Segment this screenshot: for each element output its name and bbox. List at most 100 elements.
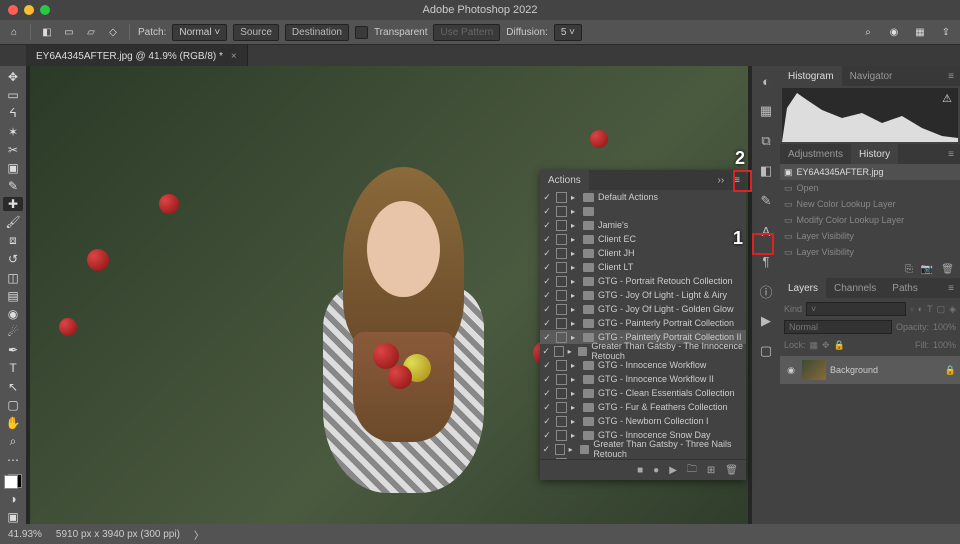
- type-tool[interactable]: T: [3, 361, 23, 375]
- layers-tab[interactable]: Layers: [780, 278, 826, 298]
- brush-panel-icon[interactable]: ✎: [757, 192, 775, 210]
- new-doc-from-state-icon[interactable]: ⎘: [905, 264, 913, 275]
- layers-menu-icon[interactable]: ≡: [942, 283, 960, 294]
- filter-pixel-icon[interactable]: ▫: [910, 304, 913, 314]
- filter-shape-icon[interactable]: ▢: [937, 304, 946, 315]
- tool-preset-icon[interactable]: ◧: [39, 24, 55, 40]
- history-tab[interactable]: History: [851, 144, 898, 164]
- swatches-panel-icon[interactable]: ▦: [757, 102, 775, 120]
- stop-record-icon[interactable]: ■: [637, 465, 643, 476]
- action-set-row[interactable]: ✓▸Client EC: [540, 232, 746, 246]
- paths-tab[interactable]: Paths: [884, 278, 926, 298]
- destination-button[interactable]: Destination: [285, 24, 349, 41]
- shape-tool[interactable]: ▢: [3, 398, 23, 412]
- adjustments-icon[interactable]: ◧: [757, 162, 775, 180]
- source-button[interactable]: Source: [233, 24, 279, 41]
- document-info[interactable]: 5910 px x 3940 px (300 ppi): [56, 529, 180, 540]
- history-snapshot[interactable]: ▣EY6A4345AFTER.jpg: [780, 164, 960, 180]
- channels-tab[interactable]: Channels: [826, 278, 884, 298]
- layer-background[interactable]: ◉ Background 🔒: [780, 356, 960, 384]
- zoom-value[interactable]: 41.93%: [8, 529, 42, 540]
- lock-position-icon[interactable]: ✥: [822, 340, 830, 351]
- filter-adjust-icon[interactable]: ◐: [918, 304, 923, 314]
- lock-pixels-icon[interactable]: ▦: [810, 340, 819, 351]
- lasso-tool[interactable]: ᔦ: [3, 106, 23, 120]
- frame-tool[interactable]: ▣: [3, 161, 23, 175]
- collapse-icon[interactable]: ››: [713, 175, 728, 186]
- edit-toolbar[interactable]: ⋯: [3, 453, 23, 467]
- shape2-icon[interactable]: ▱: [83, 24, 99, 40]
- info-icon[interactable]: ⓘ: [757, 282, 775, 300]
- history-brush-tool[interactable]: ↺: [3, 252, 23, 266]
- action-set-row[interactable]: ✓▸GTG - Innocence Workflow II: [540, 372, 746, 386]
- share-icon[interactable]: ⇪: [938, 24, 954, 40]
- layer-thumbnail[interactable]: [802, 360, 826, 380]
- actions-tab[interactable]: Actions: [540, 170, 589, 190]
- stamp-tool[interactable]: ⧈: [3, 233, 23, 248]
- eyedropper-tool[interactable]: ✎: [3, 179, 23, 193]
- history-step[interactable]: ▭New Color Lookup Layer: [780, 196, 960, 212]
- workspace-icon[interactable]: ▦: [912, 24, 928, 40]
- new-set-icon[interactable]: 🗀: [687, 462, 697, 479]
- histogram-menu-icon[interactable]: ≡: [942, 71, 960, 82]
- patch-mode-select[interactable]: Normal ˅: [172, 24, 227, 41]
- action-set-row[interactable]: ✓▸: [540, 204, 746, 218]
- new-snapshot-icon[interactable]: 📷: [921, 264, 933, 275]
- action-set-row[interactable]: ✓▸Greater Than Gatsby - The Innocence Re…: [540, 344, 746, 358]
- brush-tool[interactable]: 🖌: [3, 215, 23, 229]
- account-icon[interactable]: ◉: [886, 24, 902, 40]
- paragraph-icon[interactable]: ¶: [757, 252, 775, 270]
- action-set-row[interactable]: ✓▸GTG - Clean Essentials Collection: [540, 386, 746, 400]
- delete-action-icon[interactable]: 🗑: [725, 465, 738, 476]
- properties-icon[interactable]: ▢: [757, 342, 775, 360]
- action-set-row[interactable]: ✓▸GTG - Newborn Collection I: [540, 414, 746, 428]
- history-step[interactable]: ▭Layer Visibility: [780, 244, 960, 260]
- action-set-row[interactable]: ✓▸GTG - Joy Of Light - Golden Glow: [540, 302, 746, 316]
- actions-panel-menu-icon[interactable]: ≡: [728, 175, 746, 186]
- color-swatches[interactable]: [4, 475, 22, 488]
- blend-mode-select[interactable]: Normal: [784, 320, 892, 334]
- histogram-tab[interactable]: Histogram: [780, 66, 842, 86]
- gradient-tool[interactable]: ▤: [3, 289, 23, 303]
- patch-tool[interactable]: ✚: [3, 197, 23, 211]
- screenmode-tool[interactable]: ▣: [3, 510, 23, 524]
- actions-play-icon[interactable]: ▶: [757, 312, 775, 330]
- zoom-tool[interactable]: ⌕: [3, 434, 23, 449]
- action-set-row[interactable]: ✓▸GTG - Joy Of Light - Light & Airy: [540, 288, 746, 302]
- character-icon[interactable]: A: [757, 222, 775, 240]
- eraser-tool[interactable]: ◫: [3, 271, 23, 285]
- delete-state-icon[interactable]: 🗑: [941, 264, 954, 275]
- color-panel-icon[interactable]: ◐: [757, 72, 775, 90]
- shape1-icon[interactable]: ▭: [61, 24, 77, 40]
- shape3-icon[interactable]: ◇: [105, 24, 121, 40]
- cache-warning-icon[interactable]: ⚠: [942, 92, 952, 105]
- fill-value[interactable]: 100%: [933, 340, 956, 350]
- visibility-icon[interactable]: ◉: [784, 365, 798, 376]
- history-menu-icon[interactable]: ≡: [942, 149, 960, 160]
- play-action-icon[interactable]: ▶: [669, 465, 677, 476]
- action-set-row[interactable]: ✓▸Default Actions: [540, 190, 746, 204]
- path-tool[interactable]: ↖: [3, 380, 23, 394]
- wand-tool[interactable]: ✶: [3, 124, 23, 138]
- action-set-row[interactable]: ✓▸GTG - Fur & Feathers Collection: [540, 400, 746, 414]
- action-set-row[interactable]: ✓▸GTG - Painterly Portrait Collection: [540, 316, 746, 330]
- action-set-row[interactable]: ✓▸Greater Than Gatsby - Three Nails Reto…: [540, 442, 746, 456]
- new-action-icon[interactable]: ⊞: [707, 465, 715, 476]
- status-chevron-icon[interactable]: 〉: [194, 527, 204, 542]
- close-tab-icon[interactable]: ×: [231, 51, 237, 62]
- history-step[interactable]: ▭Open: [780, 180, 960, 196]
- action-set-row[interactable]: ✓▸GTG - Portrait Retouch Collection: [540, 274, 746, 288]
- filter-smart-icon[interactable]: ◈: [949, 304, 956, 315]
- document-tab[interactable]: EY6A4345AFTER.jpg @ 41.9% (RGB/8) * ×: [26, 45, 248, 67]
- diffusion-value[interactable]: 5 ˅: [554, 24, 582, 41]
- transparent-checkbox[interactable]: [355, 26, 368, 39]
- begin-record-icon[interactable]: ●: [653, 465, 659, 476]
- pen-tool[interactable]: ✒: [3, 343, 23, 357]
- adjustments-tab[interactable]: Adjustments: [780, 144, 851, 164]
- navigator-tab[interactable]: Navigator: [842, 66, 901, 86]
- marquee-tool[interactable]: ▭: [3, 88, 23, 102]
- history-step[interactable]: ▭Modify Color Lookup Layer: [780, 212, 960, 228]
- search-icon[interactable]: ⌕: [860, 24, 876, 40]
- crop-tool[interactable]: ✂: [3, 143, 23, 157]
- quickmask-tool[interactable]: ◑: [3, 492, 23, 506]
